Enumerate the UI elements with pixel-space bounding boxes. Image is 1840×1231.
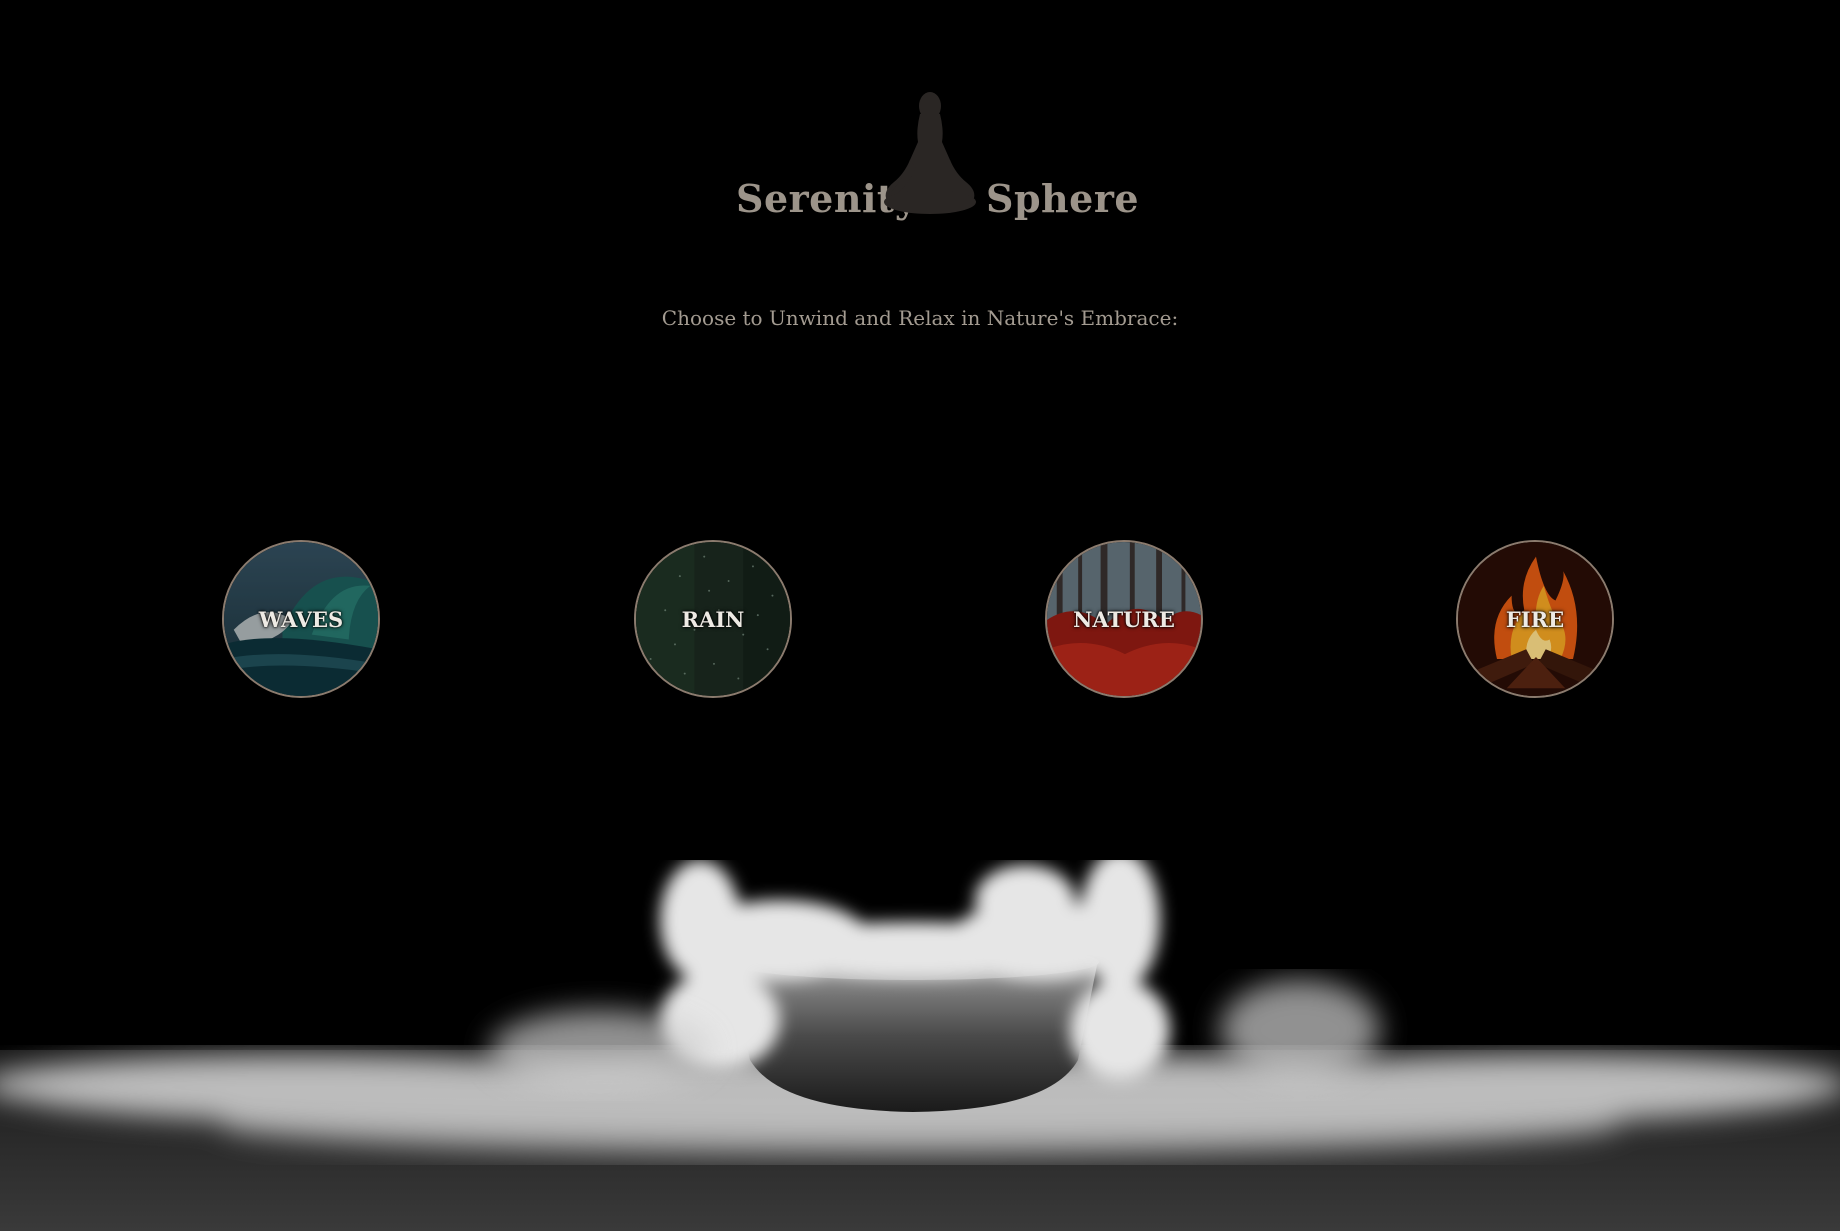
nature-option-button[interactable]: NATURE xyxy=(1045,540,1203,698)
tagline: Choose to Unwind and Relax in Nature's E… xyxy=(661,306,1179,330)
waves-option-button[interactable]: WAVES xyxy=(222,540,380,698)
fog-bowl-background xyxy=(0,860,1840,1231)
option-label: RAIN xyxy=(681,606,745,632)
meditation-figure-icon xyxy=(884,92,976,214)
option-label: FIRE xyxy=(1505,606,1565,632)
fire-option-button[interactable]: FIRE xyxy=(1456,540,1614,698)
brand-word-right: Sphere xyxy=(986,176,1140,221)
rain-option-button[interactable]: RAIN xyxy=(634,540,792,698)
option-label: NATURE xyxy=(1073,606,1175,632)
option-label: WAVES xyxy=(258,606,344,632)
site-header: Serenity Sphere xyxy=(0,0,1840,230)
